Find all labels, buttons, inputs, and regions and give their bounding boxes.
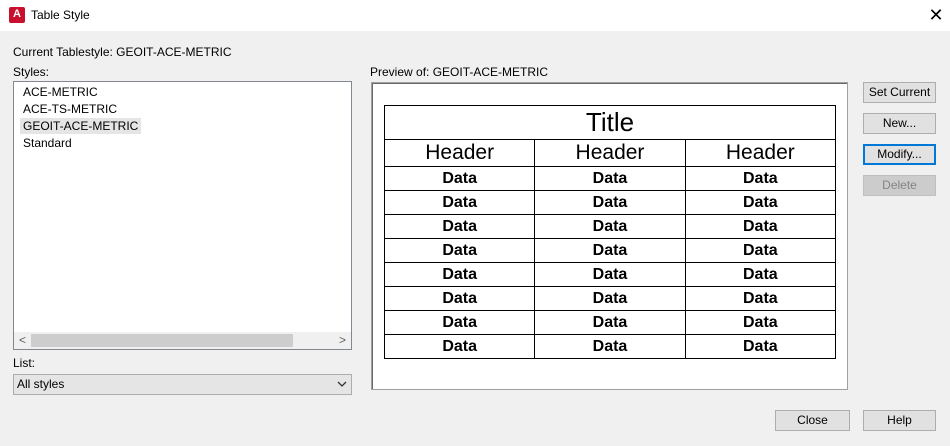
style-item-ace-metric[interactable]: ACE-METRIC <box>20 84 101 100</box>
preview-data-row: Data Data Data <box>383 262 837 287</box>
window-title: Table Style <box>31 8 90 22</box>
table-preview: Title Header Header Header Data Data Data D… <box>371 82 848 390</box>
preview-data-cell: Data <box>684 334 837 359</box>
preview-data-cell: Data <box>534 310 686 335</box>
preview-data-cell: Data <box>684 166 837 191</box>
list-filter-value: All styles <box>17 377 65 391</box>
preview-data-cell: Data <box>383 214 536 239</box>
set-current-button[interactable]: Set Current <box>863 82 936 103</box>
preview-data-cell: Data <box>684 214 837 239</box>
title-bar: A Table Style ✕ <box>0 0 950 31</box>
preview-data-cell: Data <box>383 190 536 215</box>
style-item-geoit-ace-metric[interactable]: GEOIT-ACE-METRIC <box>20 118 142 134</box>
style-item-ace-ts-metric[interactable]: ACE-TS-METRIC <box>20 101 120 117</box>
preview-data-cell: Data <box>534 214 686 239</box>
scroll-right-icon[interactable]: > <box>334 332 351 349</box>
preview-data-cell: Data <box>534 190 686 215</box>
style-item-standard[interactable]: Standard <box>20 135 75 151</box>
preview-data-cell: Data <box>684 190 837 215</box>
preview-header-cell: Header <box>684 139 837 167</box>
modify-button[interactable]: Modify... <box>863 144 936 165</box>
help-button[interactable]: Help <box>863 410 936 431</box>
styles-label: Styles: <box>13 65 50 79</box>
preview-data-cell: Data <box>383 262 536 287</box>
preview-data-cell: Data <box>534 166 686 191</box>
preview-data-row: Data Data Data <box>383 166 837 191</box>
preview-data-row: Data Data Data <box>383 334 837 359</box>
preview-data-cell: Data <box>684 262 837 287</box>
close-button[interactable]: Close <box>775 410 850 431</box>
close-icon[interactable]: ✕ <box>925 4 947 26</box>
preview-data-row: Data Data Data <box>383 190 837 215</box>
autocad-app-icon: A <box>9 7 25 23</box>
preview-data-cell: Data <box>684 238 837 263</box>
preview-data-cell: Data <box>534 286 686 311</box>
scroll-left-icon[interactable]: < <box>14 332 31 349</box>
preview-data-cell: Data <box>534 262 686 287</box>
preview-table: Title Header Header Header Data Data Data D… <box>383 105 837 359</box>
preview-data-cell: Data <box>383 310 536 335</box>
preview-header-cell: Header <box>383 139 536 167</box>
preview-data-cell: Data <box>534 238 686 263</box>
current-tablestyle-label: Current Tablestyle: GEOIT-ACE-METRIC <box>13 45 232 59</box>
styles-listbox[interactable]: ACE-METRIC ACE-TS-METRIC GEOIT-ACE-METRI… <box>13 81 352 350</box>
preview-title-cell: Title <box>384 105 836 140</box>
preview-data-cell: Data <box>383 286 536 311</box>
preview-data-row: Data Data Data <box>383 214 837 239</box>
preview-header-cell: Header <box>534 139 686 167</box>
preview-data-cell: Data <box>684 310 837 335</box>
list-label: List: <box>13 356 36 370</box>
scroll-thumb[interactable] <box>31 334 293 347</box>
delete-button[interactable]: Delete <box>863 175 936 196</box>
preview-data-row: Data Data Data <box>383 238 837 263</box>
preview-data-row: Data Data Data <box>383 310 837 335</box>
preview-data-cell: Data <box>383 166 536 191</box>
chevron-down-icon <box>337 378 347 392</box>
preview-data-cell: Data <box>383 334 536 359</box>
list-filter-dropdown[interactable]: All styles <box>13 374 352 395</box>
preview-data-cell: Data <box>534 334 686 359</box>
preview-data-cell: Data <box>383 238 536 263</box>
horizontal-scrollbar[interactable]: < > <box>14 332 351 349</box>
preview-data-row: Data Data Data <box>383 286 837 311</box>
new-button[interactable]: New... <box>863 113 936 134</box>
preview-data-rows: Data Data Data Data Data Data Data Data Data Data… <box>383 166 837 359</box>
preview-data-cell: Data <box>684 286 837 311</box>
preview-label: Preview of: GEOIT-ACE-METRIC <box>370 65 549 79</box>
